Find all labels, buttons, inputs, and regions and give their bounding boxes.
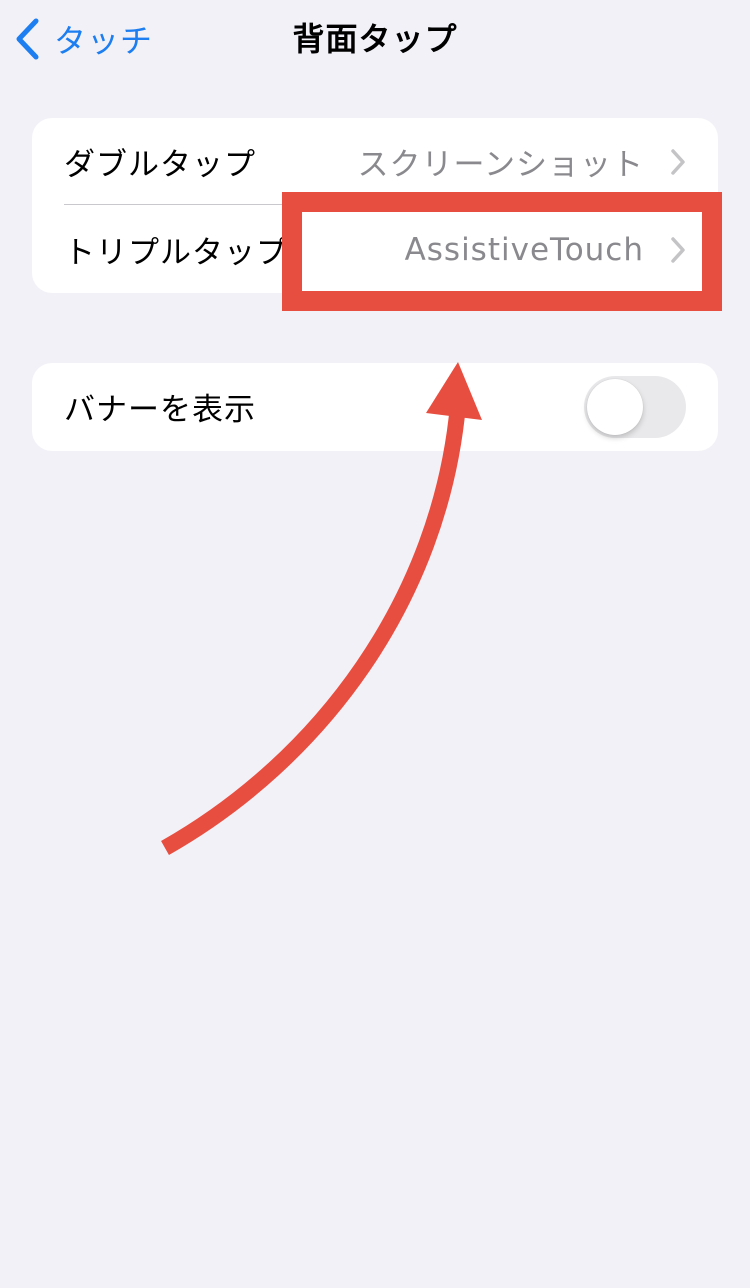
double-tap-label: ダブルタップ: [64, 147, 256, 183]
banner-group: バナーを表示: [32, 363, 718, 451]
toggle-knob: [587, 379, 643, 435]
double-tap-value: スクリーンショット: [357, 147, 644, 183]
row-separator: [64, 204, 718, 205]
chevron-right-icon: [670, 236, 686, 264]
show-banner-row: バナーを表示: [32, 363, 718, 450]
triple-tap-value: AssistiveTouch: [404, 231, 644, 268]
double-tap-row[interactable]: ダブルタップ スクリーンショット: [32, 118, 718, 205]
navigation-bar: タッチ 背面タップ: [0, 0, 750, 78]
annotation-arrow-shaft: [161, 404, 466, 855]
tap-actions-group: ダブルタップ スクリーンショット トリプルタップ AssistiveTouch: [32, 118, 718, 293]
page-title: 背面タップ: [292, 20, 458, 58]
triple-tap-label: トリプルタップ: [64, 235, 288, 271]
show-banner-toggle[interactable]: [584, 376, 686, 438]
chevron-right-icon: [670, 148, 686, 176]
triple-tap-row[interactable]: トリプルタップ AssistiveTouch: [32, 206, 718, 293]
show-banner-label: バナーを表示: [64, 392, 256, 428]
